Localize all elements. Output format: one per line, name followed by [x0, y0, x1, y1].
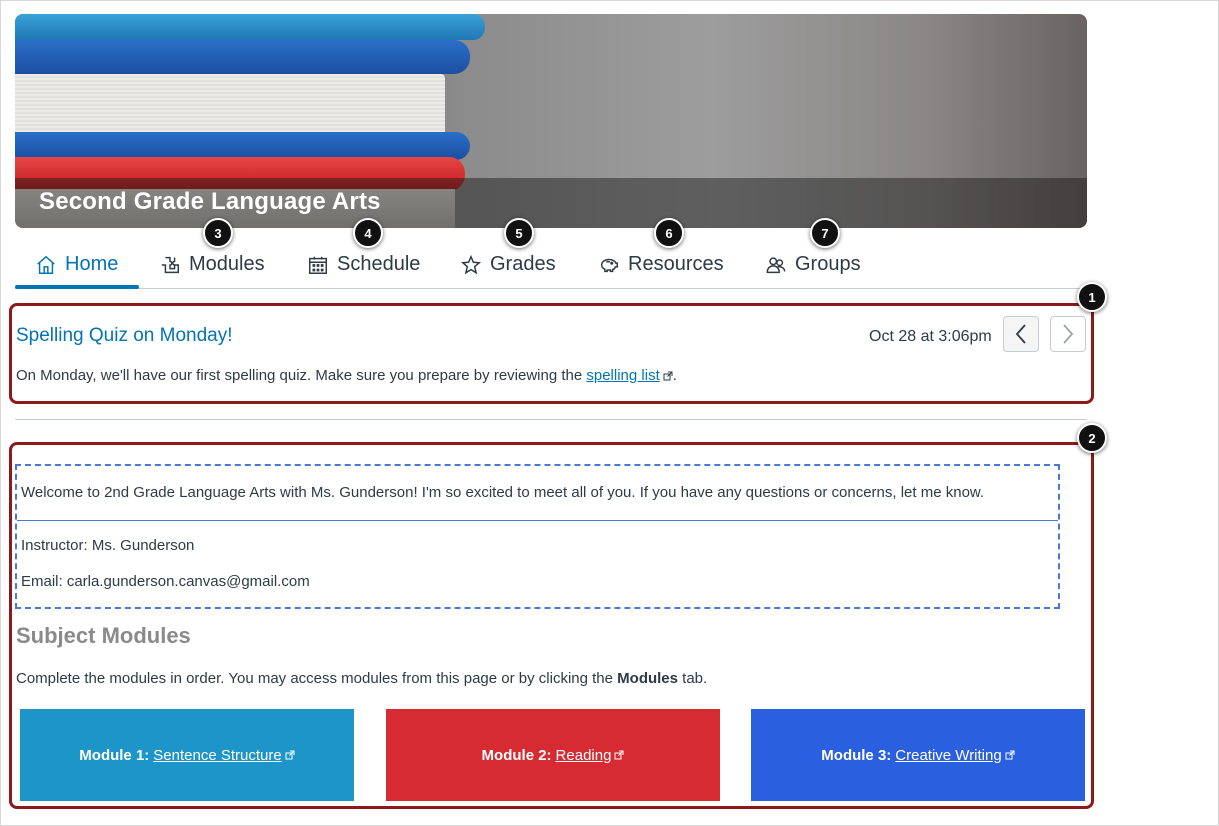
external-link-icon — [663, 371, 673, 381]
callout-6: 6 — [654, 218, 684, 248]
external-link-icon — [614, 750, 624, 760]
module-card-3[interactable]: Module 3: Creative Writing — [751, 709, 1085, 801]
next-announcement-button[interactable] — [1050, 316, 1086, 352]
callout-5: 5 — [504, 218, 534, 248]
callout-1: 1 — [1077, 282, 1107, 312]
announcement-date: Oct 28 at 3:06pm — [869, 328, 992, 345]
book-image — [15, 132, 470, 160]
module-number: Module 1: — [79, 746, 150, 764]
tab-label: Resources — [628, 253, 724, 275]
piggy-bank-icon — [600, 258, 618, 272]
book-image — [15, 74, 445, 136]
course-tabs: Home Modules Schedule Grades Resources G… — [15, 241, 1087, 289]
announcement-body-end: . — [672, 367, 677, 384]
tab-schedule[interactable]: Schedule — [307, 253, 420, 276]
announcement-title[interactable]: Spelling Quiz on Monday! — [16, 325, 233, 347]
tab-label: Schedule — [337, 253, 421, 275]
tab-grades[interactable]: Grades — [460, 253, 556, 276]
groups-icon — [766, 256, 786, 273]
subject-modules-heading: Subject Modules — [16, 623, 191, 648]
welcome-divider — [17, 520, 1058, 521]
welcome-message: Welcome to 2nd Grade Language Arts with … — [21, 484, 985, 501]
star-icon — [460, 254, 482, 274]
tab-resources[interactable]: Resources — [598, 253, 724, 276]
instructor-name: Instructor: Ms. Gunderson — [21, 537, 195, 554]
tab-label: Grades — [490, 253, 556, 275]
module-number: Module 3: — [821, 746, 892, 764]
home-icon — [37, 255, 55, 274]
module-link[interactable]: Reading — [556, 747, 612, 764]
callout-4: 4 — [353, 218, 383, 248]
course-hero-banner: Second Grade Language Arts — [15, 14, 1087, 228]
callout-2: 2 — [1077, 423, 1107, 453]
announcement-body: On Monday, we'll have our first spelling… — [16, 367, 677, 384]
subject-modules-description: Complete the modules in order. You may a… — [16, 670, 707, 687]
subject-desc-text: Complete the modules in order. You may a… — [16, 670, 613, 687]
subject-desc-end: tab. — [682, 670, 708, 687]
calendar-icon — [309, 256, 327, 274]
subject-desc-bold: Modules — [617, 670, 678, 687]
spelling-list-link[interactable]: spelling list — [586, 367, 659, 384]
module-link[interactable]: Creative Writing — [895, 747, 1001, 764]
book-image — [15, 14, 485, 40]
annotation-box-announcement — [9, 303, 1094, 404]
module-link[interactable]: Sentence Structure — [153, 747, 281, 764]
course-title: Second Grade Language Arts — [39, 188, 381, 215]
book-image — [15, 40, 470, 74]
tab-label: Home — [65, 253, 119, 275]
tab-label: Groups — [795, 253, 861, 275]
external-link-icon — [1005, 750, 1015, 760]
callout-3: 3 — [203, 218, 233, 248]
callout-7: 7 — [810, 218, 840, 248]
page-frame: Second Grade Language Arts Home Modules … — [0, 0, 1219, 826]
tab-groups[interactable]: Groups — [765, 253, 861, 276]
module-card-1[interactable]: Module 1: Sentence Structure — [20, 709, 354, 801]
tab-home[interactable]: Home — [35, 253, 118, 276]
tab-label: Modules — [189, 253, 265, 275]
tab-modules[interactable]: Modules — [159, 253, 265, 276]
external-link-icon — [285, 750, 295, 760]
active-tab-indicator — [15, 285, 139, 289]
instructor-email: Email: carla.gunderson.canvas@gmail.com — [21, 573, 310, 590]
announcement-body-text: On Monday, we'll have our first spelling… — [16, 367, 583, 384]
welcome-box: Welcome to 2nd Grade Language Arts with … — [15, 464, 1060, 609]
chevron-right-icon — [1063, 324, 1074, 344]
modules-icon — [161, 256, 179, 273]
module-number: Module 2: — [481, 746, 552, 764]
section-divider — [15, 419, 1087, 420]
previous-announcement-button[interactable] — [1003, 316, 1039, 352]
module-card-2[interactable]: Module 2: Reading — [386, 709, 720, 801]
chevron-left-icon — [1015, 324, 1026, 344]
